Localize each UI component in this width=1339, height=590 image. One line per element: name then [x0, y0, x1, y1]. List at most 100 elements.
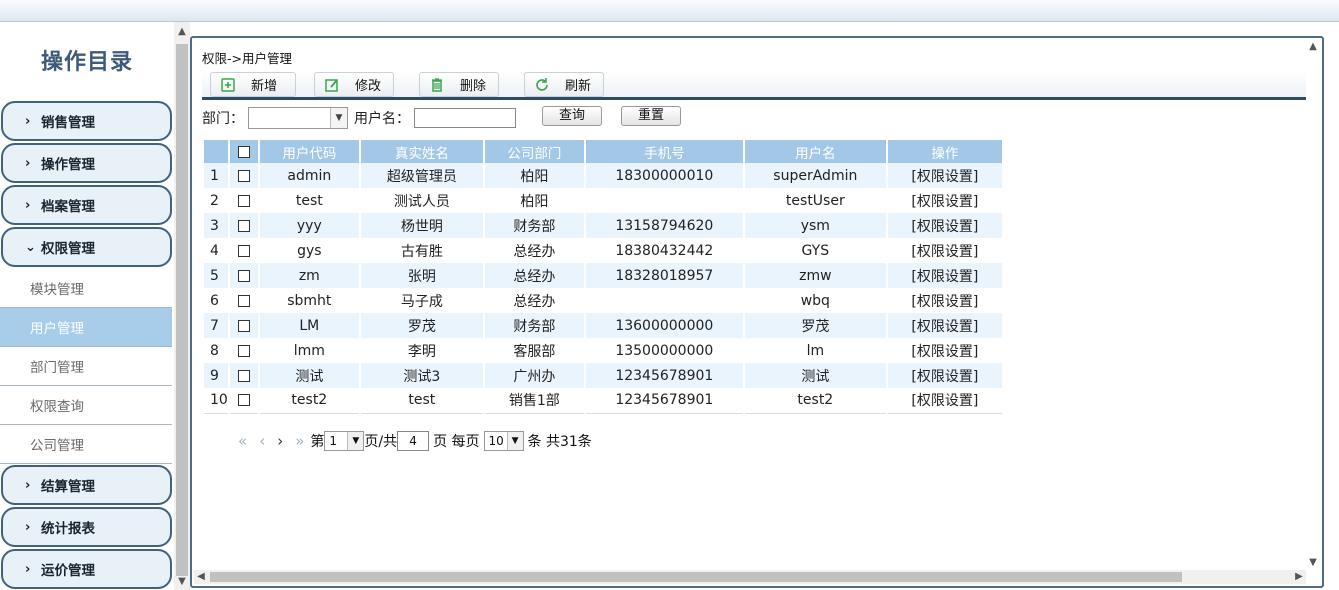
- permission-settings-link[interactable]: [权限设置]: [886, 363, 1004, 388]
- table-row[interactable]: 10 test2 test 销售1部 12345678901 test2 [权限…: [204, 388, 1004, 414]
- menu-group-operation[interactable]: › 操作管理: [1, 143, 172, 183]
- row-select[interactable]: [228, 163, 260, 188]
- refresh-button[interactable]: 刷新: [524, 72, 604, 97]
- first-page-icon[interactable]: «: [238, 432, 247, 450]
- scroll-up-icon[interactable]: ▲: [1306, 40, 1320, 54]
- table-row[interactable]: 8 lmm 李明 客服部 13500000000 lm [权限设置]: [204, 338, 1004, 363]
- permission-settings-link[interactable]: [权限设置]: [886, 288, 1004, 313]
- table-row[interactable]: 2 test 测试人员 柏阳 testUser [权限设置]: [204, 188, 1004, 213]
- row-select[interactable]: [228, 238, 260, 263]
- table-row[interactable]: 6 sbmht 马子成 总经办 wbq [权限设置]: [204, 288, 1004, 313]
- row-select[interactable]: [228, 263, 260, 288]
- table-row[interactable]: 4 gys 古有胜 总经办 18380432442 GYS [权限设置]: [204, 238, 1004, 263]
- header-user-code: 用户代码: [258, 140, 361, 163]
- table-row[interactable]: 1 admin 超级管理员 柏阳 18300000010 superAdmin …: [204, 163, 1004, 188]
- menu-group-permission[interactable]: ⌄ 权限管理: [1, 227, 172, 267]
- cell-username: 测试: [743, 363, 888, 388]
- table-row[interactable]: 9 测试 测试3 广州办 12345678901 测试 [权限设置]: [204, 363, 1004, 388]
- scroll-down-icon[interactable]: ▼: [174, 574, 190, 590]
- horizontal-scroll-thumb[interactable]: [210, 572, 1182, 582]
- edit-button[interactable]: 修改: [314, 72, 394, 97]
- checkbox[interactable]: [237, 344, 250, 357]
- cell-user-code: test: [258, 188, 361, 213]
- edit-button-label: 修改: [355, 79, 382, 94]
- permission-settings-link[interactable]: [权限设置]: [886, 338, 1004, 363]
- reset-button[interactable]: 重置: [621, 106, 681, 126]
- row-select[interactable]: [228, 313, 260, 338]
- username-input[interactable]: [414, 108, 516, 128]
- menu-group-archive[interactable]: › 档案管理: [1, 185, 172, 225]
- permission-settings-link[interactable]: [权限设置]: [886, 213, 1004, 238]
- chevron-right-icon: ›: [25, 113, 31, 129]
- menu-group-report[interactable]: › 统计报表: [1, 507, 172, 547]
- checkbox[interactable]: [237, 145, 250, 158]
- total-pages-field[interactable]: 4: [397, 431, 430, 451]
- checkbox[interactable]: [237, 269, 250, 282]
- table-row[interactable]: 7 LM 罗茂 财务部 13600000000 罗茂 [权限设置]: [204, 313, 1004, 338]
- sidebar-item-company[interactable]: 公司管理: [0, 425, 172, 464]
- checkbox[interactable]: [237, 194, 250, 207]
- main-vertical-scrollbar[interactable]: ▲ ▼: [1306, 38, 1320, 572]
- menu-group-sales[interactable]: › 销售管理: [1, 101, 172, 141]
- permission-settings-link[interactable]: [权限设置]: [886, 313, 1004, 338]
- checkbox[interactable]: [237, 219, 250, 232]
- permission-settings-link[interactable]: [权限设置]: [886, 163, 1004, 188]
- checkbox[interactable]: [237, 169, 250, 182]
- row-select[interactable]: [228, 288, 260, 313]
- prev-page-icon[interactable]: ‹: [259, 432, 265, 450]
- query-button[interactable]: 查询: [542, 106, 602, 126]
- current-page-select[interactable]: 1 ▼: [324, 431, 365, 451]
- last-page-icon[interactable]: »: [295, 432, 304, 450]
- permission-settings-link[interactable]: [权限设置]: [886, 263, 1004, 288]
- permission-settings-link[interactable]: [权限设置]: [886, 238, 1004, 263]
- scroll-up-icon[interactable]: ▲: [174, 24, 190, 40]
- cell-department: 财务部: [483, 313, 586, 338]
- checkbox[interactable]: [237, 319, 250, 332]
- scroll-right-icon[interactable]: ▶: [1292, 570, 1306, 584]
- sidebar-item-department[interactable]: 部门管理: [0, 347, 172, 386]
- table-row[interactable]: 3 yyy 杨世明 财务部 13158794620 ysm [权限设置]: [204, 213, 1004, 238]
- checkbox[interactable]: [237, 369, 250, 382]
- menu-group-label: 销售管理: [41, 115, 95, 131]
- cell-user-code: 测试: [258, 363, 361, 388]
- cell-department: 广州办: [483, 363, 586, 388]
- table-row[interactable]: 5 zm 张明 总经办 18328018957 zmw [权限设置]: [204, 263, 1004, 288]
- checkbox[interactable]: [237, 294, 250, 307]
- chevron-right-icon: ›: [25, 519, 31, 535]
- menu-group-settlement[interactable]: › 结算管理: [1, 465, 172, 505]
- cell-department: 总经办: [483, 288, 586, 313]
- page-size-select[interactable]: 10 ▼: [483, 431, 524, 451]
- checkbox[interactable]: [237, 244, 250, 257]
- sidebar-item-permission-query[interactable]: 权限查询: [0, 386, 172, 425]
- scroll-down-icon[interactable]: ▼: [1306, 556, 1320, 570]
- delete-button[interactable]: 删除: [419, 72, 499, 97]
- permission-settings-link[interactable]: [权限设置]: [886, 188, 1004, 213]
- header-select-all[interactable]: [228, 140, 260, 163]
- checkbox[interactable]: [237, 394, 250, 407]
- menu-group-freight[interactable]: › 运价管理: [1, 549, 172, 589]
- department-select[interactable]: ▼: [248, 107, 348, 129]
- scroll-left-icon[interactable]: ◀: [194, 570, 208, 584]
- header-username: 用户名: [743, 140, 888, 163]
- sidebar-item-user[interactable]: 用户管理: [0, 308, 172, 347]
- add-button[interactable]: 新增: [210, 72, 296, 97]
- next-page-icon[interactable]: ›: [277, 432, 283, 450]
- sidebar-scroll-thumb[interactable]: [176, 44, 188, 576]
- chevron-right-icon: ›: [25, 155, 31, 171]
- header-row-number: [204, 140, 230, 163]
- row-select[interactable]: [228, 213, 260, 238]
- sidebar-scrollbar[interactable]: ▲ ▼: [174, 22, 190, 590]
- sidebar-title: 操作目录: [40, 50, 133, 75]
- chevron-right-icon: ›: [25, 197, 31, 213]
- row-select[interactable]: [228, 388, 260, 414]
- permission-settings-link[interactable]: [权限设置]: [886, 388, 1004, 414]
- main-horizontal-scrollbar[interactable]: ◀ ▶: [194, 570, 1306, 584]
- cell-department: 柏阳: [483, 188, 586, 213]
- row-select[interactable]: [228, 188, 260, 213]
- row-select[interactable]: [228, 338, 260, 363]
- chevron-down-icon: ▼: [347, 432, 364, 450]
- cell-department: 总经办: [483, 263, 586, 288]
- row-select[interactable]: [228, 363, 260, 388]
- sidebar-item-module[interactable]: 模块管理: [0, 269, 172, 308]
- menu-group-label: 权限管理: [41, 241, 95, 257]
